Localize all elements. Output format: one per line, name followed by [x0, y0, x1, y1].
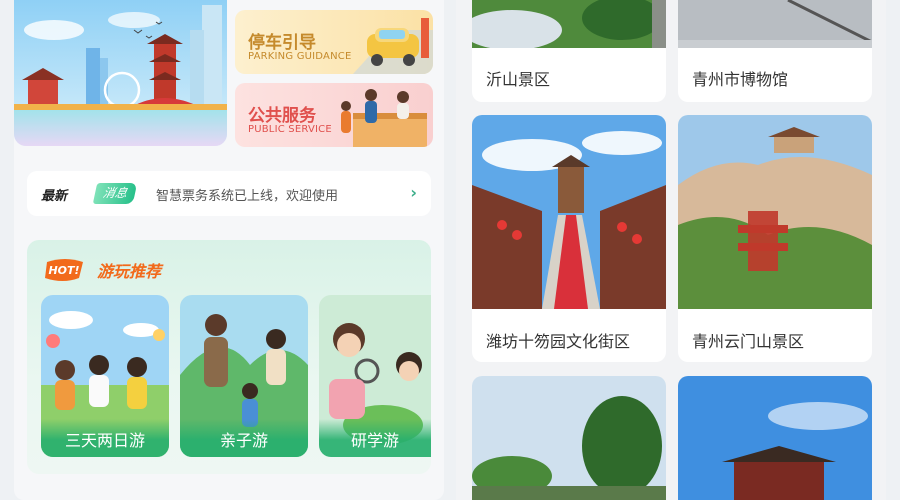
tour-card-study[interactable]: 研学游 [319, 295, 431, 457]
news-bar[interactable]: 最新 消息 智慧票务系统已上线，欢迎使用 › [27, 171, 431, 216]
spot-card-yunmen-mountain[interactable]: 青州云门山景区 [678, 115, 872, 362]
tour-card-label: 亲子游 [180, 419, 308, 457]
parking-guidance-card[interactable]: 停车引导 PARKING GUIDANCE [235, 10, 433, 74]
spot-name: 沂山景区 [486, 70, 551, 89]
spot-image [678, 115, 872, 309]
news-message: 智慧票务系统已上线，欢迎使用 [156, 189, 339, 204]
tour-card-label: 三天两日游 [41, 419, 169, 457]
spot-name: 青州市博物馆 [692, 70, 789, 89]
news-latest-label: 最新 [41, 189, 68, 204]
spot-image [678, 376, 872, 500]
public-service-subtitle: PUBLIC SERVICE [248, 124, 332, 135]
chevron-right-icon[interactable]: › [410, 183, 417, 202]
tour-card-weekend[interactable]: 三天两日游 [41, 295, 169, 457]
hot-badge: HOT! [45, 259, 83, 281]
play-recommendation-section: HOT! 游玩推荐 三天两日游 亲子游 研学游 [27, 240, 431, 474]
spot-card-shihu-garden[interactable]: 潍坊十笏园文化街区 [472, 115, 666, 362]
spot-image [472, 0, 666, 48]
spot-card-qingzhou-museum[interactable]: 青州市博物馆 [678, 0, 872, 102]
spot-image [472, 376, 666, 500]
parking-guidance-title: 停车引导 [248, 33, 316, 53]
public-service-card[interactable]: 公共服务 PUBLIC SERVICE [235, 83, 433, 147]
hot-badge-text: HOT! [48, 264, 79, 277]
news-tag-badge: 消息 [92, 183, 138, 204]
spot-name: 青州云门山景区 [692, 332, 805, 351]
car-illustration [353, 18, 433, 74]
spot-card-partial-5[interactable] [472, 376, 666, 500]
city-banner-image[interactable] [14, 0, 227, 146]
spot-card-partial-6[interactable] [678, 376, 872, 500]
spot-image [472, 115, 666, 309]
tour-card-family[interactable]: 亲子游 [180, 295, 308, 457]
spot-image [678, 0, 872, 48]
tour-card-label: 研学游 [319, 419, 431, 457]
spot-name: 潍坊十笏园文化街区 [486, 332, 631, 351]
service-desk-illustration [341, 89, 427, 147]
section-title: 游玩推荐 [97, 262, 162, 281]
spot-card-yishan[interactable]: 沂山景区 [472, 0, 666, 102]
public-service-title: 公共服务 [248, 106, 316, 126]
